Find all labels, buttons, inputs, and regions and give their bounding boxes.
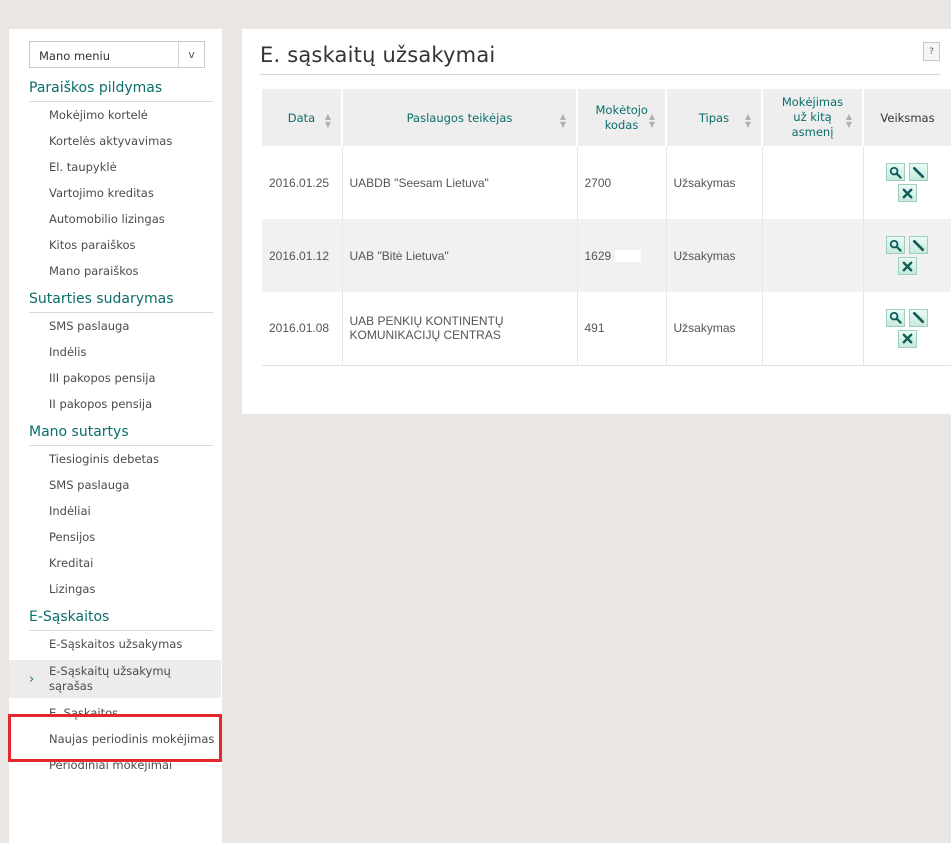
cell-actions bbox=[863, 292, 951, 366]
sidebar-item-label: E-Sąskaitų užsakymų sąrašas bbox=[49, 664, 171, 693]
cell-other-person bbox=[762, 146, 864, 219]
edit-icon[interactable] bbox=[909, 163, 929, 181]
redaction-mask bbox=[615, 250, 642, 263]
sidebar-item-sms-paslauga-2[interactable]: SMS paslauga bbox=[29, 478, 222, 493]
sort-icon[interactable]: ▲ ▼ bbox=[325, 113, 331, 129]
section-sutarties: Sutarties sudarymas SMS paslauga Indėlis… bbox=[29, 291, 222, 412]
sidebar-item-iii-pakopos[interactable]: III pakopos pensija bbox=[29, 371, 222, 386]
sidebar-item-pensijos[interactable]: Pensijos bbox=[29, 530, 222, 545]
column-label: Veiksmas bbox=[880, 110, 935, 125]
section-title: Sutarties sudarymas bbox=[29, 291, 213, 313]
cell-code: 491 bbox=[577, 292, 667, 366]
delete-icon[interactable] bbox=[897, 184, 917, 202]
search-icon[interactable] bbox=[886, 163, 906, 181]
menu-select-value: Mano meniu bbox=[39, 49, 110, 63]
sort-icon[interactable]: ▲ ▼ bbox=[560, 113, 566, 129]
delete-icon[interactable] bbox=[897, 329, 917, 348]
column-header-date[interactable]: Data ▲ ▼ bbox=[262, 89, 343, 146]
section-e-saskaitos: E-Sąskaitos E-Sąskaitos užsakymas › E-Są… bbox=[9, 609, 222, 773]
sidebar-item-sms-paslauga[interactable]: SMS paslauga bbox=[29, 319, 222, 334]
sidebar-item-vartojimo-kreditas[interactable]: Vartojimo kreditas bbox=[29, 186, 222, 201]
sort-icon[interactable]: ▲ ▼ bbox=[745, 113, 751, 129]
cell-provider: UABDB "Seesam Lietuva" bbox=[342, 146, 578, 219]
search-icon[interactable] bbox=[886, 236, 906, 254]
cell-date: 2016.01.08 bbox=[262, 292, 343, 366]
sidebar: Mano meniu v Paraiškos pildymas Mokėjimo… bbox=[9, 29, 222, 843]
sidebar-item-e-saskaitu-uzsakymu-sarasas[interactable]: › E-Sąskaitų užsakymų sąrašas bbox=[9, 660, 221, 698]
cell-date: 2016.01.12 bbox=[262, 219, 343, 292]
column-header-provider[interactable]: Paslaugos teikėjas ▲ ▼ bbox=[342, 89, 578, 146]
column-header-code[interactable]: Mokėtojo kodas ▲ ▼ bbox=[577, 89, 667, 146]
table-header-row: Data ▲ ▼ Paslaugos teikėjas ▲ ▼ Mokėtojo k… bbox=[262, 89, 951, 146]
cell-other-person bbox=[762, 292, 864, 366]
sidebar-item-kitos-paraiskos[interactable]: Kitos paraiškos bbox=[29, 238, 222, 253]
divider bbox=[260, 74, 940, 75]
delete-icon[interactable] bbox=[897, 257, 917, 275]
cell-actions bbox=[863, 146, 951, 219]
cell-code: 1629 bbox=[577, 219, 667, 292]
search-icon[interactable] bbox=[886, 308, 906, 327]
edit-icon[interactable] bbox=[909, 308, 929, 327]
sidebar-item-periodiniai-mokejimai[interactable]: Periodiniai mokėjimai bbox=[29, 758, 222, 773]
sidebar-item-indeliai[interactable]: Indėliai bbox=[29, 504, 222, 519]
chevron-right-icon: › bbox=[29, 672, 35, 687]
orders-table: Data ▲ ▼ Paslaugos teikėjas ▲ ▼ Mokėtojo k… bbox=[262, 89, 951, 366]
cell-type: Užsakymas bbox=[666, 219, 763, 292]
page-title: E. sąskaitų užsakymai bbox=[260, 43, 496, 67]
cell-type: Užsakymas bbox=[666, 292, 763, 366]
column-label: Data bbox=[287, 110, 316, 125]
sidebar-item-mano-paraiskos[interactable]: Mano paraiškos bbox=[29, 264, 222, 279]
table-row: 2016.01.25 UABDB "Seesam Lietuva" 2700 U… bbox=[262, 146, 951, 219]
section-title: Paraiškos pildymas bbox=[29, 80, 213, 102]
table-row: 2016.01.08 UAB PENKIŲ KONTINENTŲ KOMUNIK… bbox=[262, 292, 951, 366]
column-header-actions: Veiksmas bbox=[863, 89, 951, 146]
edit-icon[interactable] bbox=[909, 236, 929, 254]
sidebar-item-ii-pakopos[interactable]: II pakopos pensija bbox=[29, 397, 222, 412]
sort-icon[interactable]: ▲ ▼ bbox=[649, 113, 655, 129]
cell-provider: UAB PENKIŲ KONTINENTŲ KOMUNIKACIJŲ CENTR… bbox=[342, 292, 578, 366]
table-row: 2016.01.12 UAB "Bitė Lietuva" 1629 Užsak… bbox=[262, 219, 951, 292]
sidebar-item-lizingas[interactable]: Lizingas bbox=[29, 582, 222, 597]
cell-provider: UAB "Bitė Lietuva" bbox=[342, 219, 578, 292]
sidebar-item-tiesioginis-debetas[interactable]: Tiesioginis debetas bbox=[29, 452, 222, 467]
section-mano-sutartys: Mano sutartys Tiesioginis debetas SMS pa… bbox=[29, 424, 222, 597]
sidebar-item-automobilio-lizingas[interactable]: Automobilio lizingas bbox=[29, 212, 222, 227]
cell-other-person bbox=[762, 219, 864, 292]
sidebar-item-mokejimo-kortele[interactable]: Mokėjimo kortelė bbox=[29, 108, 222, 123]
section-title: E-Sąskaitos bbox=[29, 609, 213, 631]
sort-icon[interactable]: ▲ ▼ bbox=[846, 113, 852, 129]
cell-type: Užsakymas bbox=[666, 146, 763, 219]
cell-date: 2016.01.25 bbox=[262, 146, 343, 219]
sidebar-item-naujas-periodinis[interactable]: Naujas periodinis mokėjimas bbox=[29, 732, 222, 747]
column-label: Paslaugos teikėjas bbox=[406, 110, 513, 125]
code-value: 1629 bbox=[584, 248, 612, 263]
help-button[interactable]: ? bbox=[923, 42, 940, 61]
menu-select[interactable]: Mano meniu v bbox=[29, 41, 205, 68]
section-paraiskos: Paraiškos pildymas Mokėjimo kortelė Kort… bbox=[29, 80, 222, 279]
main-panel: E. sąskaitų užsakymai ? Data ▲ ▼ Paslaugo… bbox=[242, 29, 951, 414]
column-header-other-person[interactable]: Mokėjimas už kitą asmenį ▲ ▼ bbox=[762, 89, 864, 146]
sidebar-item-korteles-aktyvavimas[interactable]: Kortelės aktyvavimas bbox=[29, 134, 222, 149]
sidebar-item-e-saskaitos[interactable]: E. Sąskaitos bbox=[29, 706, 222, 721]
cell-code: 2700 bbox=[577, 146, 667, 219]
section-title: Mano sutartys bbox=[29, 424, 213, 446]
sidebar-item-kreditai[interactable]: Kreditai bbox=[29, 556, 222, 571]
sidebar-item-indelis[interactable]: Indėlis bbox=[29, 345, 222, 360]
column-label: Mokėtojo kodas bbox=[595, 102, 648, 132]
column-header-type[interactable]: Tipas ▲ ▼ bbox=[666, 89, 763, 146]
sidebar-item-e-saskaitos-uzsakymas[interactable]: E-Sąskaitos užsakymas bbox=[29, 637, 222, 652]
sidebar-item-el-taupykle[interactable]: El. taupyklė bbox=[29, 160, 222, 175]
cell-actions bbox=[863, 219, 951, 292]
column-label: Mokėjimas už kitą asmenį bbox=[781, 95, 844, 139]
column-label: Tipas bbox=[698, 110, 730, 125]
chevron-down-icon[interactable]: v bbox=[178, 42, 204, 67]
